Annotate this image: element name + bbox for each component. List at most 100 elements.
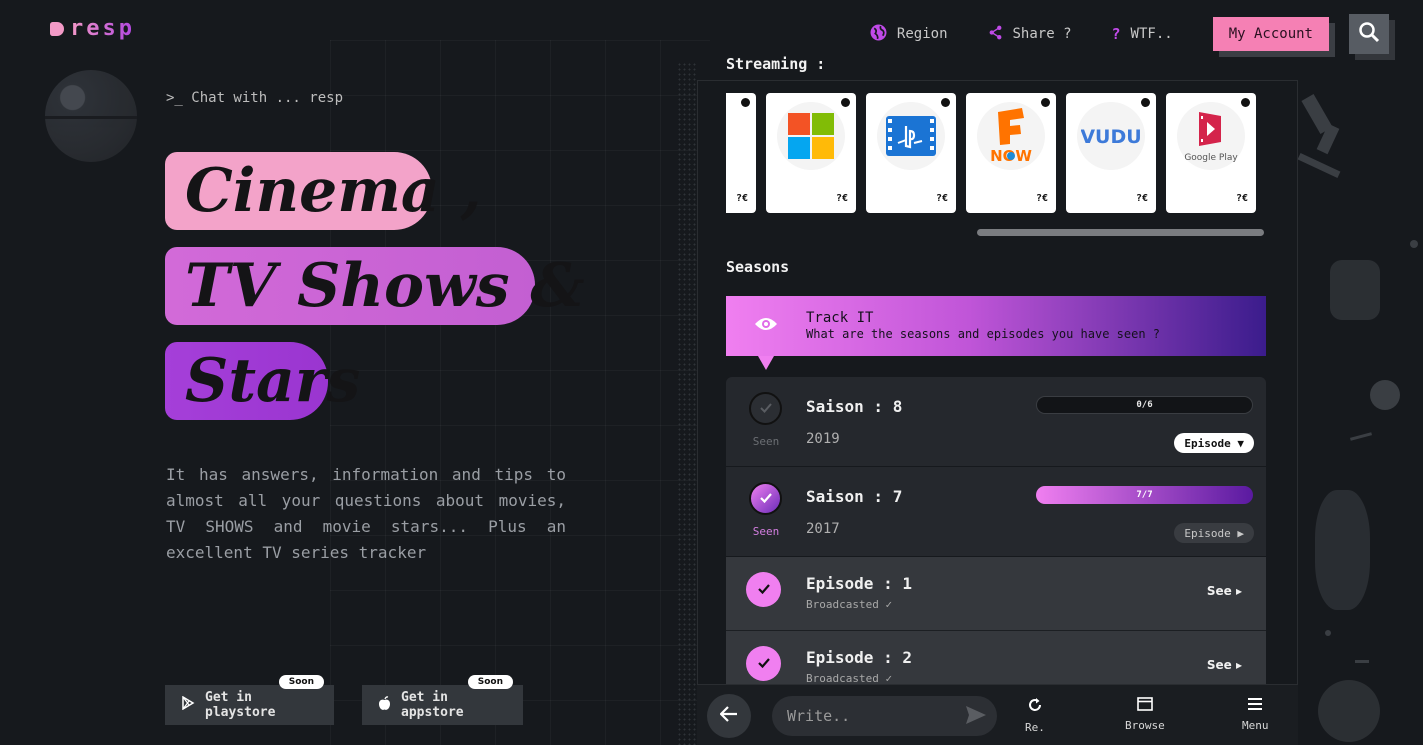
seen-label: Seen xyxy=(752,525,780,538)
chat-line: >_ Chat with ... resp xyxy=(166,90,344,106)
episode-dropdown-label: Episode ▶ xyxy=(1184,526,1244,540)
nav-share-label: Share ? xyxy=(1012,26,1072,42)
episode-row: Episode : 1 Broadcasted ✓ See ▸ xyxy=(726,557,1266,631)
episode-seen-toggle[interactable] xyxy=(746,572,781,607)
hero-title-line-1: Cinema , xyxy=(165,152,481,230)
browse-icon xyxy=(1137,697,1153,714)
share-icon xyxy=(988,25,1003,44)
provider-price: ?€ xyxy=(835,193,848,204)
provider-card-partial[interactable]: ?€ xyxy=(726,93,756,213)
provider-price: ?€ xyxy=(735,193,748,204)
top-navigation: Region Share ? ? WTF.. My Account xyxy=(870,14,1389,54)
see-episode-button[interactable]: See ▸ xyxy=(1207,658,1242,672)
season-row: Seen Saison : 7 2017 7/7 Episode ▶ xyxy=(726,467,1266,557)
provider-card-vudu[interactable]: VUDU ?€ xyxy=(1066,93,1156,213)
nav-region[interactable]: Region xyxy=(870,24,948,45)
episode-dropdown-button[interactable]: Episode ▶ xyxy=(1174,523,1254,543)
provider-price: ?€ xyxy=(935,193,948,204)
season-seen-toggle[interactable] xyxy=(749,392,782,425)
provider-card-fandango-now[interactable]: NOW ?€ xyxy=(966,93,1056,213)
apple-icon xyxy=(378,695,391,715)
provider-price: ?€ xyxy=(1235,193,1248,204)
providers-scrollbar[interactable] xyxy=(977,229,1264,236)
soon-badge: Soon xyxy=(278,675,324,689)
provider-card-microsoft[interactable]: ?€ xyxy=(766,93,856,213)
menu-label: Menu xyxy=(1242,719,1269,732)
provider-price: ?€ xyxy=(1135,193,1148,204)
playstore-label: Get in playstore xyxy=(205,690,276,720)
menu-icon xyxy=(1247,697,1263,714)
search-button[interactable] xyxy=(1349,14,1389,54)
grid-background xyxy=(330,40,710,745)
season-progress: 0/6 xyxy=(1036,396,1253,414)
logo-mark xyxy=(50,21,64,36)
see-episode-button[interactable]: See ▸ xyxy=(1207,584,1242,598)
provider-price: ?€ xyxy=(1035,193,1048,204)
logo-text: resp xyxy=(70,16,135,41)
menu-button[interactable]: Menu xyxy=(1242,697,1269,732)
fandango-now-icon: NOW xyxy=(977,102,1045,170)
soon-badge: Soon xyxy=(467,675,513,689)
hero-title-line-2: TV Shows & xyxy=(165,247,585,325)
microsoft-icon xyxy=(777,102,845,170)
provider-dot xyxy=(1241,98,1250,107)
play-icon xyxy=(181,695,195,714)
episode-name: Episode : 2 xyxy=(806,648,912,667)
provider-dot xyxy=(941,98,950,107)
episode-dropdown-label: Episode ▼ xyxy=(1184,436,1244,450)
chat-input[interactable] xyxy=(772,696,997,736)
episode-name: Episode : 1 xyxy=(806,574,912,593)
playstation-video-icon xyxy=(877,102,945,170)
hero-description: It has answers, information and tips to … xyxy=(166,465,566,562)
episode-seen-toggle[interactable] xyxy=(746,646,781,681)
seen-label: Seen xyxy=(752,435,780,448)
season-name: Saison : 7 xyxy=(806,487,903,506)
season-name: Saison : 8 xyxy=(806,397,903,416)
season-year: 2017 xyxy=(806,521,840,537)
question-icon: ? xyxy=(1111,25,1121,43)
check-icon xyxy=(757,654,771,673)
refresh-icon xyxy=(1027,697,1043,716)
episode-status: Broadcasted ✓ xyxy=(806,598,893,611)
provider-dot xyxy=(1041,98,1050,107)
provider-card-google-play[interactable]: Google Play ?€ xyxy=(1166,93,1256,213)
streaming-title: Streaming : xyxy=(726,55,826,73)
season-seen-toggle[interactable] xyxy=(749,482,782,515)
arrow-left-icon xyxy=(719,706,738,726)
track-it-subtitle: What are the seasons and episodes you ha… xyxy=(806,327,1161,341)
send-icon[interactable] xyxy=(965,705,987,729)
track-it-banner: Track IT What are the seasons and episod… xyxy=(726,296,1266,370)
season-progress-text: 0/6 xyxy=(1136,400,1153,410)
nav-share[interactable]: Share ? xyxy=(988,25,1072,44)
provider-dot xyxy=(841,98,850,107)
back-button[interactable] xyxy=(707,694,751,738)
playstore-button[interactable]: Get in playstore Soon xyxy=(165,675,334,725)
globe-icon xyxy=(870,24,887,45)
eye-icon xyxy=(754,316,778,336)
refresh-button[interactable]: Re. xyxy=(1025,697,1045,734)
hero-title-line-3: Stars xyxy=(165,342,360,420)
season-progress-text: 7/7 xyxy=(1136,490,1153,500)
svg-text:VUDU: VUDU xyxy=(1081,126,1141,148)
episode-dropdown-button[interactable]: Episode ▼ xyxy=(1174,433,1254,453)
browse-button[interactable]: Browse xyxy=(1125,697,1165,732)
my-account-button[interactable]: My Account xyxy=(1212,17,1329,51)
svg-text:Google Play: Google Play xyxy=(1184,153,1238,163)
logo[interactable]: resp xyxy=(50,16,135,41)
seasons-title: Seasons xyxy=(726,258,790,276)
appstore-button[interactable]: Get in appstore Soon xyxy=(362,675,523,725)
check-icon xyxy=(759,489,773,508)
season-row: Seen Saison : 8 2019 0/6 Episode ▼ xyxy=(726,377,1266,467)
season-year: 2019 xyxy=(806,431,840,447)
provider-card-playstation[interactable]: ?€ xyxy=(866,93,956,213)
refresh-label: Re. xyxy=(1025,721,1045,734)
browse-label: Browse xyxy=(1125,719,1165,732)
death-star-image xyxy=(45,70,137,162)
search-icon xyxy=(1358,21,1380,47)
provider-dot xyxy=(741,98,750,107)
nav-wtf-label: WTF.. xyxy=(1130,26,1173,42)
dotted-border xyxy=(677,62,697,745)
nav-wtf[interactable]: ? WTF.. xyxy=(1112,25,1173,43)
season-progress: 7/7 xyxy=(1036,486,1253,504)
bottom-bar: Re. Browse Menu xyxy=(697,684,1298,745)
